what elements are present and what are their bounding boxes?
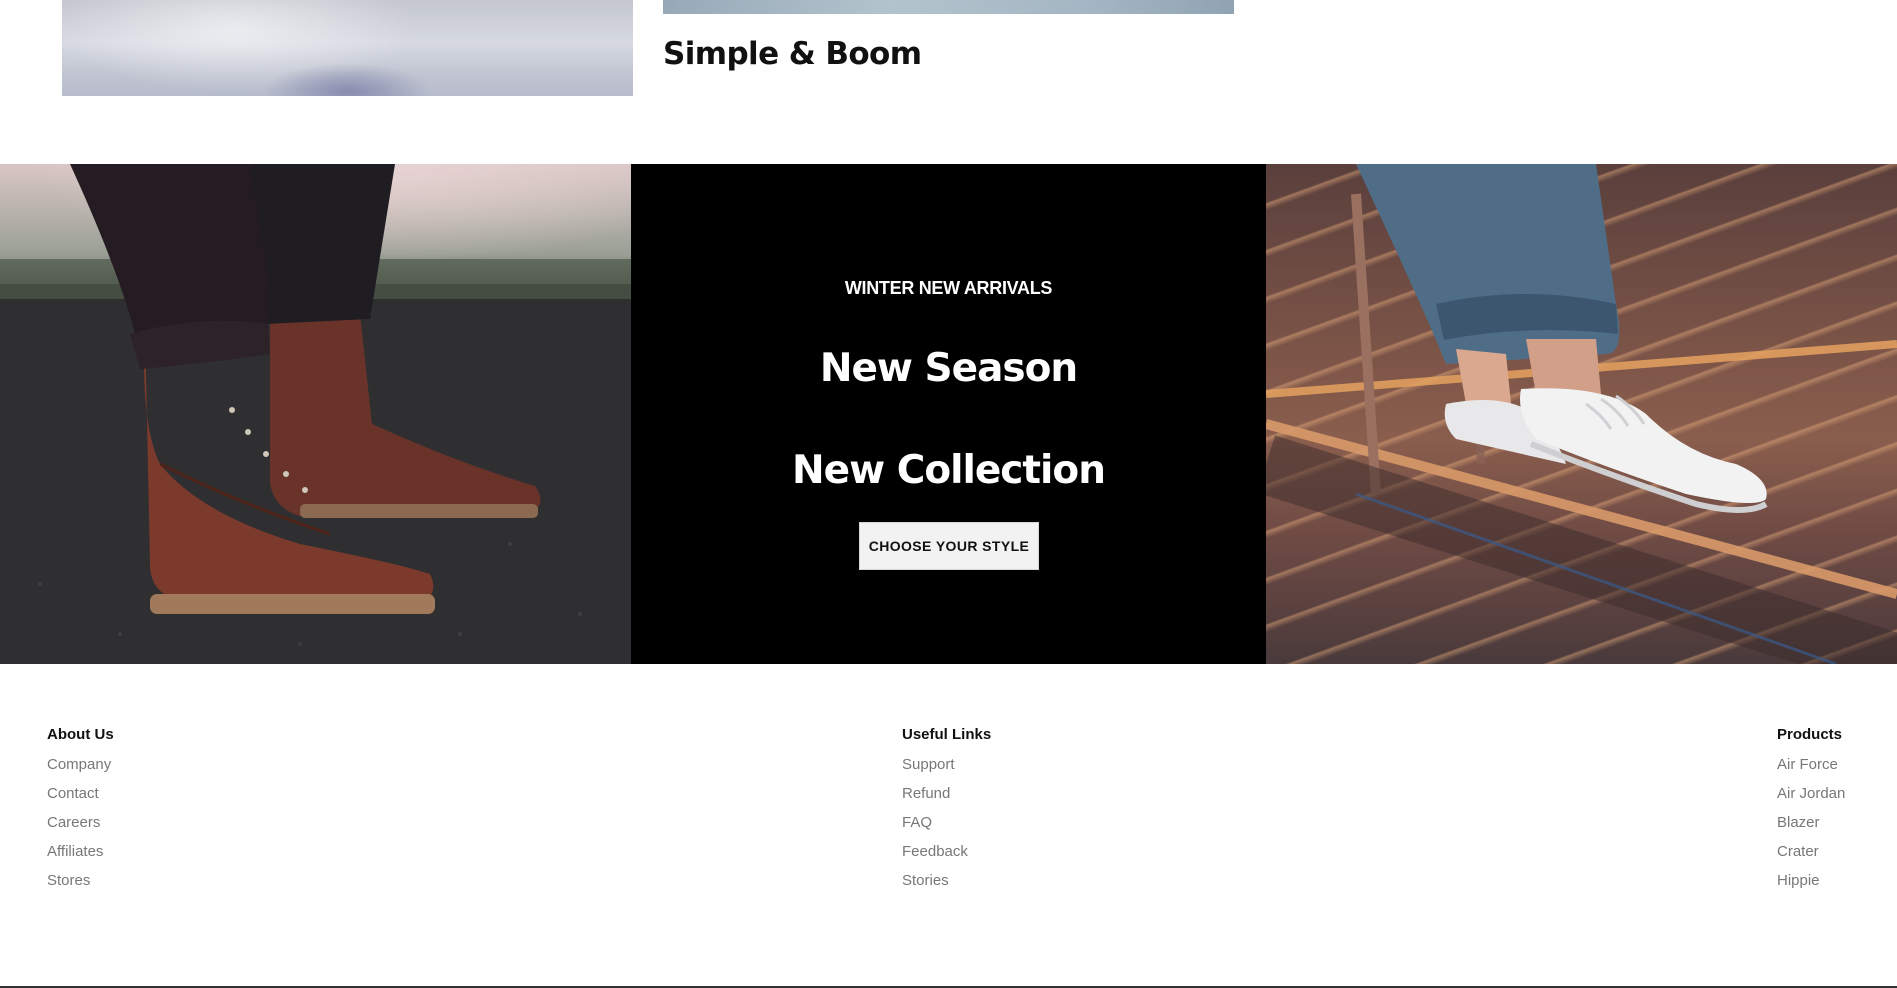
- banner-text-panel: WINTER NEW ARRIVALS New Season New Colle…: [631, 164, 1266, 664]
- footer-link-blazer[interactable]: Blazer: [1777, 813, 1845, 842]
- choose-style-button[interactable]: CHOOSE YOUR STYLE: [859, 522, 1039, 570]
- banner-headline-line2: New Collection: [792, 448, 1106, 493]
- footer-link-careers[interactable]: Careers: [47, 813, 114, 842]
- footer-link-air-jordan[interactable]: Air Jordan: [1777, 784, 1845, 813]
- footer-link-hippie[interactable]: Hippie: [1777, 871, 1845, 900]
- footer-link-faq[interactable]: FAQ: [902, 813, 991, 842]
- footer-heading-products: Products: [1777, 726, 1843, 743]
- banner-kicker: WINTER NEW ARRIVALS: [844, 278, 1053, 298]
- banner-headline-line1: New Season: [819, 346, 1078, 391]
- banner-image-sneakers: [1266, 164, 1897, 664]
- page: Simple & Boom WINTER NEW ARRIVALS New Se…: [0, 0, 1897, 988]
- product-image-right[interactable]: [663, 0, 1234, 14]
- footer-link-contact[interactable]: Contact: [47, 784, 114, 813]
- boots-illustration: [0, 164, 631, 664]
- footer-link-stories[interactable]: Stories: [902, 871, 991, 900]
- footer-link-company[interactable]: Company: [47, 755, 114, 784]
- footer-column-products: Products Air Force Air Jordan Blazer Cra…: [1777, 726, 1845, 900]
- footer-link-support[interactable]: Support: [902, 755, 991, 784]
- footer-link-stores[interactable]: Stores: [47, 871, 114, 900]
- footer-link-crater[interactable]: Crater: [1777, 842, 1845, 871]
- product-title[interactable]: Simple & Boom: [663, 36, 922, 72]
- footer-column-about: About Us Company Contact Careers Affilia…: [47, 726, 114, 900]
- footer-link-affiliates[interactable]: Affiliates: [47, 842, 114, 871]
- footer-heading-useful-links: Useful Links: [902, 726, 992, 743]
- footer-link-air-force[interactable]: Air Force: [1777, 755, 1845, 784]
- footer-column-useful-links: Useful Links Support Refund FAQ Feedback…: [902, 726, 991, 900]
- promo-banner: WINTER NEW ARRIVALS New Season New Colle…: [0, 164, 1897, 664]
- footer-link-feedback[interactable]: Feedback: [902, 842, 991, 871]
- banner-image-boots: [0, 164, 631, 664]
- sneakers-illustration: [1266, 164, 1897, 664]
- footer-link-refund[interactable]: Refund: [902, 784, 991, 813]
- product-image-left[interactable]: [62, 0, 633, 96]
- footer-heading-about: About Us: [47, 726, 114, 743]
